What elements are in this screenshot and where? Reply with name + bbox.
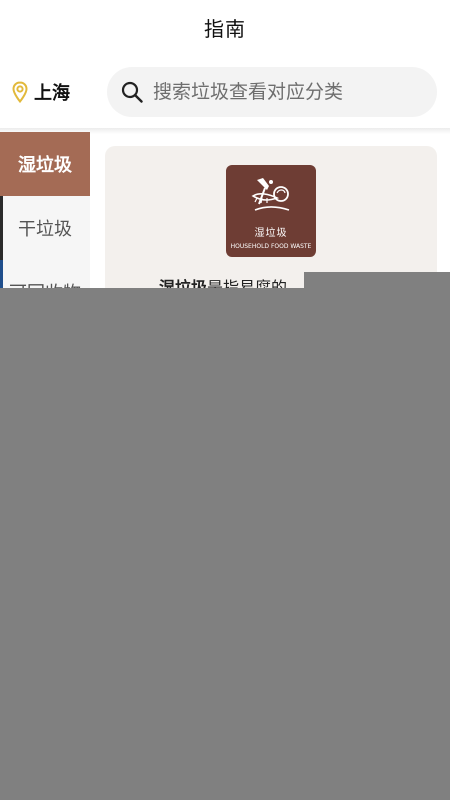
search-bar[interactable] <box>107 67 437 117</box>
category-wet-waste[interactable]: 湿垃圾 <box>0 132 90 196</box>
search-input[interactable] <box>153 81 413 103</box>
category-dry-waste[interactable]: 干垃圾 <box>0 196 90 260</box>
screen: 指南 上海 湿垃圾 干垃圾 可回收物 <box>0 0 450 800</box>
category-label: 湿垃圾 <box>18 155 72 176</box>
logo-subtitle: HOUSEHOLD FOOD WASTE <box>230 243 312 250</box>
search-icon <box>121 81 143 103</box>
city-name: 上海 <box>34 83 70 104</box>
category-accent-bar <box>0 196 3 260</box>
location-pin-icon <box>12 81 28 103</box>
food-waste-icon <box>251 178 290 211</box>
search-row: 上海 <box>0 62 450 122</box>
location-selector[interactable]: 上海 <box>12 78 70 106</box>
wet-waste-logo: 湿垃圾 HOUSEHOLD FOOD WASTE <box>226 165 316 257</box>
logo-title: 湿垃圾 <box>254 228 288 239</box>
page-title: 指南 <box>204 16 246 41</box>
top-bar: 指南 <box>0 0 450 54</box>
modal-overlay[interactable] <box>0 288 450 800</box>
category-label: 干垃圾 <box>18 219 72 240</box>
